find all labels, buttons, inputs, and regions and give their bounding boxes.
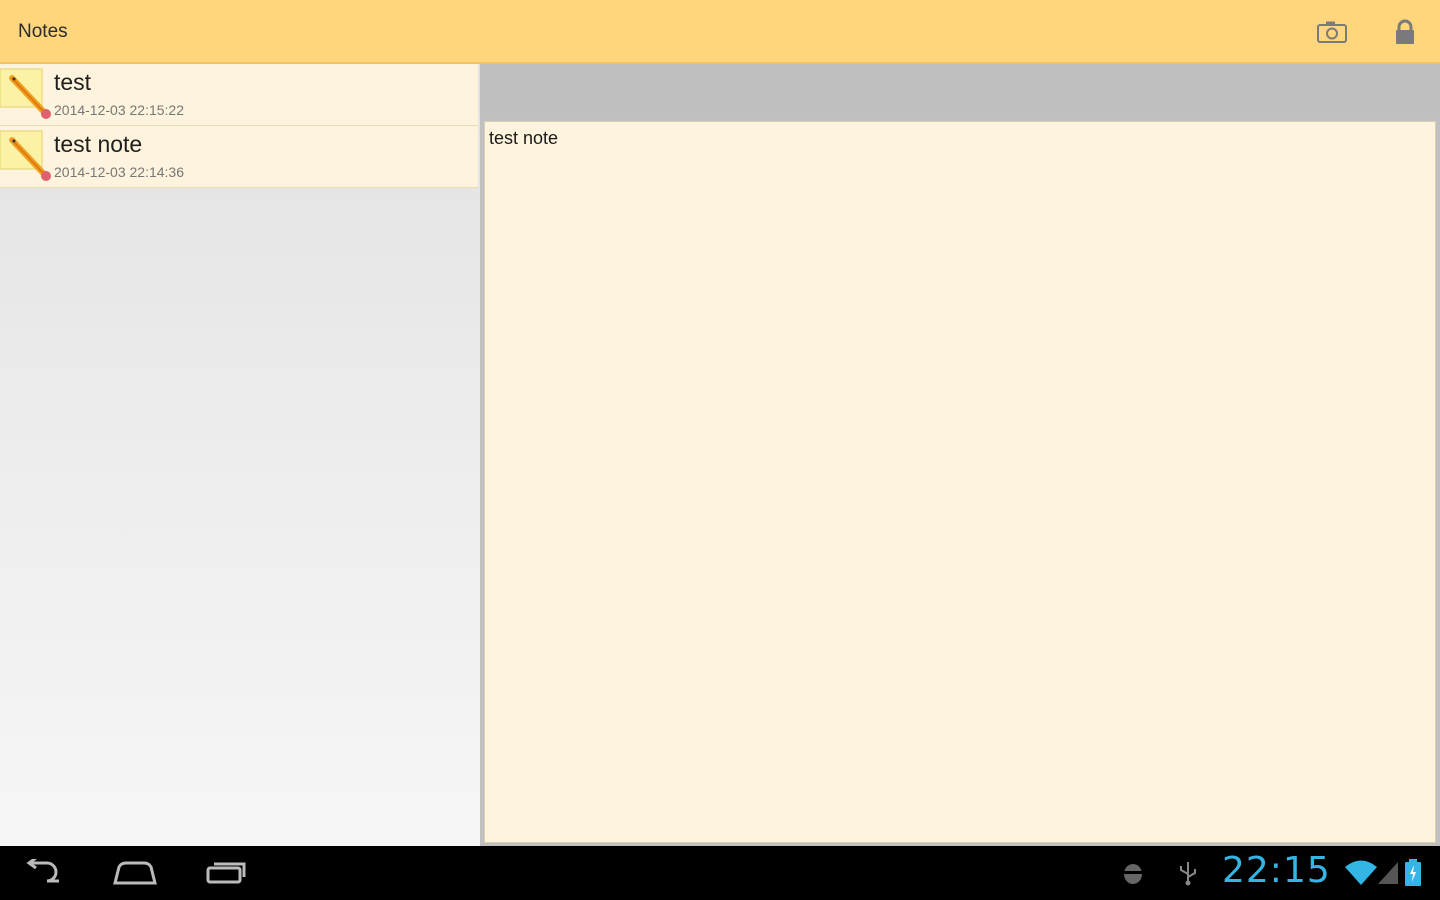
note-title: test note bbox=[54, 131, 143, 157]
note-editor[interactable]: test note bbox=[484, 121, 1436, 843]
notes-list: test 2014-12-03 22:15:22 test note 2014-… bbox=[0, 64, 480, 846]
status-clock: 22:15 bbox=[1222, 850, 1331, 891]
signal-icon bbox=[1376, 860, 1400, 886]
action-bar: Notes bbox=[0, 0, 1440, 64]
list-item[interactable]: test note 2014-12-03 22:14:36 bbox=[0, 126, 478, 188]
detail-header bbox=[480, 64, 1440, 119]
wifi-icon bbox=[1344, 860, 1378, 886]
back-icon[interactable] bbox=[15, 852, 75, 894]
usb-icon bbox=[1176, 860, 1200, 886]
battery-icon bbox=[1404, 859, 1422, 886]
recents-icon[interactable] bbox=[196, 852, 256, 894]
note-title: test bbox=[54, 69, 92, 95]
home-icon[interactable] bbox=[105, 852, 165, 894]
note-pencil-icon bbox=[0, 128, 54, 184]
camera-icon[interactable] bbox=[1312, 14, 1352, 50]
android-debug-icon bbox=[1120, 860, 1146, 886]
system-bar: 22:15 bbox=[0, 846, 1440, 900]
note-date: 2014-12-03 22:15:22 bbox=[54, 102, 184, 118]
note-pencil-icon bbox=[0, 66, 54, 122]
lock-icon[interactable] bbox=[1385, 14, 1425, 50]
list-item[interactable]: test 2014-12-03 22:15:22 bbox=[0, 64, 478, 126]
note-date: 2014-12-03 22:14:36 bbox=[54, 164, 184, 180]
app-title: Notes bbox=[18, 21, 68, 42]
note-detail-pane: test note bbox=[480, 64, 1440, 846]
